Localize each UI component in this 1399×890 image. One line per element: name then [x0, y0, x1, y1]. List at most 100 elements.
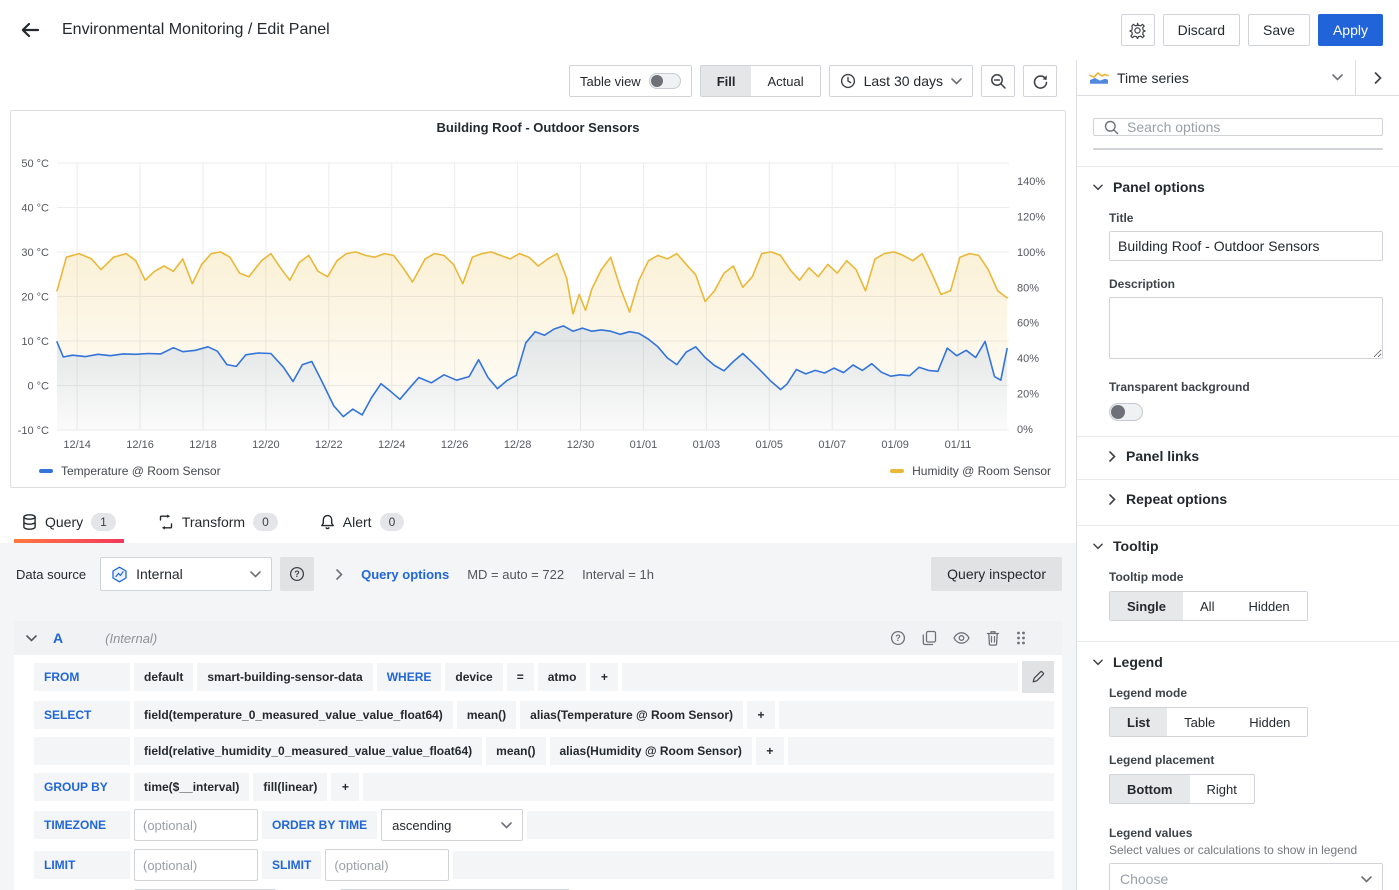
table-view-label: Table view [580, 74, 641, 89]
max-datapoints-text: MD = auto = 722 [467, 567, 564, 582]
query-part-chip[interactable]: alias(Temperature @ Room Sensor) [520, 701, 743, 729]
duplicate-query-icon[interactable] [922, 630, 937, 646]
query-part-chip[interactable]: = [507, 663, 534, 691]
add-part-button[interactable]: + [756, 737, 784, 765]
query-part-chip[interactable]: field(relative_humidity_0_measured_value… [134, 737, 482, 765]
refresh-button[interactable] [1023, 65, 1057, 97]
legend-item-humidity[interactable]: Humidity @ Room Sensor [890, 464, 1051, 478]
add-part-button[interactable]: + [747, 701, 775, 729]
add-part-button[interactable]: + [590, 663, 618, 691]
keyword-select: SELECT [34, 701, 130, 729]
query-text-input[interactable] [134, 809, 258, 841]
svg-text:01/05: 01/05 [756, 439, 784, 451]
table-view-toggle[interactable] [649, 73, 681, 89]
panel-description-input[interactable] [1109, 297, 1383, 359]
viz-type-picker[interactable]: Time series [1077, 60, 1355, 95]
collapse-pane-button[interactable] [1355, 60, 1399, 95]
query-part-chip[interactable]: time($__interval) [134, 773, 249, 801]
chevron-down-icon [1093, 659, 1103, 666]
panel-settings-button[interactable] [1121, 14, 1155, 46]
legend-values-label: Legend values [1109, 826, 1383, 840]
tooltip-mode-label: Tooltip mode [1109, 570, 1383, 584]
tab-transform[interactable]: Transform 0 [150, 504, 286, 543]
svg-text:-10 °C: -10 °C [18, 425, 49, 437]
collapse-chevron-icon[interactable] [26, 635, 37, 642]
tab-alert[interactable]: Alert 0 [312, 504, 412, 543]
query-part-chip[interactable]: field(temperature_0_measured_value_value… [134, 701, 453, 729]
tooltip-mode-single[interactable]: Single [1110, 592, 1183, 620]
viz-type-label: Time series [1117, 70, 1189, 86]
hide-query-icon[interactable] [953, 632, 970, 644]
legend-values-select[interactable]: Choose [1109, 863, 1383, 890]
legend-placement-right[interactable]: Right [1190, 775, 1254, 803]
fill-actual-group: Fill Actual [700, 65, 821, 97]
timeseries-viz-icon [1089, 70, 1109, 85]
svg-text:10 °C: 10 °C [21, 336, 49, 348]
legend-item-temperature[interactable]: Temperature @ Room Sensor [39, 464, 221, 478]
svg-text:?: ? [895, 633, 901, 643]
query-part-chip[interactable]: fill(linear) [253, 773, 327, 801]
svg-text:12/28: 12/28 [504, 439, 532, 451]
query-options-link[interactable]: Query options [361, 567, 449, 582]
svg-text:12/26: 12/26 [441, 439, 469, 451]
tooltip-mode-group: Single All Hidden [1109, 591, 1308, 621]
query-part-chip[interactable]: smart-building-sensor-data [197, 663, 372, 691]
delete-query-icon[interactable] [986, 630, 1000, 646]
drag-handle-icon[interactable] [1016, 630, 1026, 646]
query-part-chip[interactable]: alias(Humidity @ Room Sensor) [550, 737, 752, 765]
chevron-right-icon[interactable] [336, 569, 343, 580]
query-select[interactable]: ascending [381, 809, 523, 841]
zoom-out-button[interactable] [981, 65, 1015, 97]
timeseries-chart[interactable]: 50 °C40 °C30 °C20 °C10 °C0 °C-10 °C140%1… [11, 139, 1056, 461]
legend-mode-field: Legend mode List Table Hidden [1109, 686, 1383, 737]
datasource-help-button[interactable]: ? [280, 557, 314, 591]
legend-label-temperature: Temperature @ Room Sensor [61, 464, 221, 478]
legend-heading: Legend [1113, 654, 1163, 670]
legend-placement-bottom[interactable]: Bottom [1110, 775, 1190, 803]
save-button[interactable]: Save [1248, 14, 1310, 46]
legend-header[interactable]: Legend [1093, 654, 1383, 670]
discard-button[interactable]: Discard [1163, 14, 1240, 46]
actual-option[interactable]: Actual [751, 66, 819, 96]
datasource-label: Data source [14, 567, 92, 582]
tooltip-mode-hidden[interactable]: Hidden [1231, 592, 1306, 620]
time-range-picker[interactable]: Last 30 days [829, 65, 973, 97]
panel-links-section[interactable]: Panel links [1077, 436, 1399, 464]
query-part-chip[interactable]: default [134, 663, 193, 691]
legend-mode-hidden[interactable]: Hidden [1232, 708, 1307, 736]
legend-label-humidity: Humidity @ Room Sensor [912, 464, 1051, 478]
query-text-input[interactable] [325, 849, 449, 881]
repeat-options-section[interactable]: Repeat options [1077, 479, 1399, 507]
search-icon [1104, 120, 1119, 135]
query-part-chip[interactable]: mean() [457, 701, 516, 729]
add-part-button[interactable]: + [331, 773, 359, 801]
tooltip-mode-field: Tooltip mode Single All Hidden [1109, 570, 1383, 621]
panel-title-input[interactable] [1109, 231, 1383, 261]
fill-option[interactable]: Fill [701, 66, 752, 96]
options-search-input[interactable] [1127, 119, 1372, 135]
tooltip-header[interactable]: Tooltip [1093, 538, 1383, 554]
tooltip-mode-all[interactable]: All [1183, 592, 1231, 620]
tab-query[interactable]: Query 1 [14, 504, 124, 543]
bell-icon [320, 514, 335, 530]
query-part-chip[interactable]: atmo [538, 663, 587, 691]
query-help-icon[interactable]: ? [890, 630, 906, 646]
chevron-down-icon [1361, 876, 1372, 883]
apply-button[interactable]: Apply [1318, 14, 1383, 46]
svg-text:40%: 40% [1017, 353, 1039, 365]
legend-mode-table[interactable]: Table [1167, 708, 1232, 736]
back-button[interactable] [16, 16, 44, 44]
legend-mode-list[interactable]: List [1110, 708, 1167, 736]
query-text-input[interactable] [134, 849, 258, 881]
query-ref-letter[interactable]: A [53, 630, 63, 646]
transparent-background-toggle[interactable] [1109, 403, 1143, 421]
datasource-picker[interactable]: Internal [100, 557, 272, 591]
svg-text:0 °C: 0 °C [27, 381, 49, 393]
panel-options-heading: Panel options [1113, 179, 1205, 195]
edit-query-button[interactable] [1022, 661, 1054, 693]
panel-options-header[interactable]: Panel options [1093, 179, 1383, 195]
clock-icon [840, 73, 856, 89]
query-inspector-button[interactable]: Query inspector [931, 557, 1062, 591]
query-part-chip[interactable]: device [445, 663, 502, 691]
query-part-chip[interactable]: mean() [486, 737, 545, 765]
